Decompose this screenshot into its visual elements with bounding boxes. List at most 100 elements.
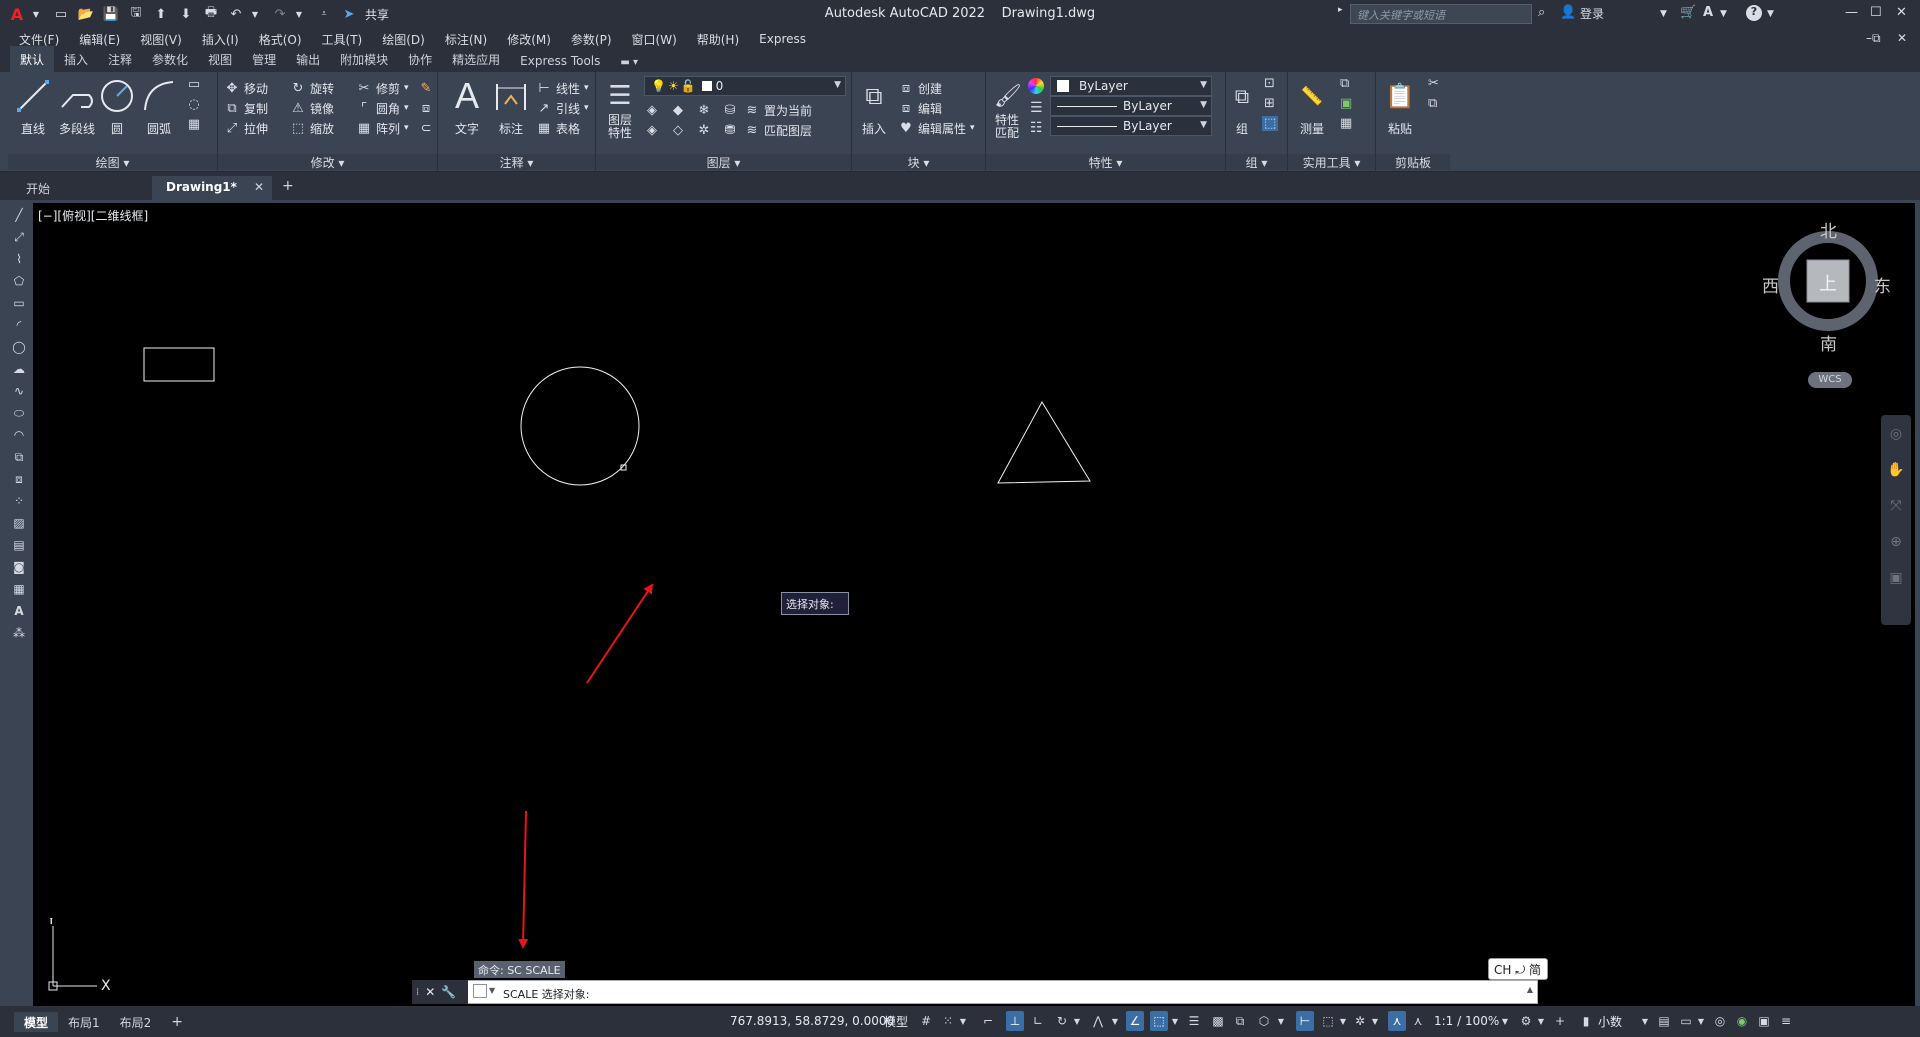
utilities-panel-title[interactable]: 实用工具 ▾	[1288, 154, 1375, 170]
gizmo-dropdown-icon[interactable]: ▼	[1370, 1011, 1380, 1031]
undo-icon[interactable]: ↶	[227, 5, 245, 23]
compass-south[interactable]: 南	[1820, 330, 1837, 355]
rotate-button[interactable]: ↻ 旋转	[290, 78, 334, 98]
offset-button[interactable]: ⊂	[418, 118, 434, 138]
construction-line-icon[interactable]: ⤢	[11, 229, 27, 245]
add-layout-icon[interactable]: +	[161, 1012, 193, 1032]
layer-isolate-icon[interactable]: ◆	[670, 102, 686, 118]
start-tab[interactable]: 开始	[12, 176, 112, 200]
modify-panel-title[interactable]: 修改 ▾	[218, 154, 437, 170]
array-button[interactable]: ▦ 阵列 ▾	[356, 118, 409, 138]
menu-dimension[interactable]: 标注(N)	[445, 31, 487, 48]
save-to-web-icon[interactable]: ⬇	[177, 5, 195, 23]
leader-button[interactable]: ↗ 引线 ▾	[536, 98, 589, 118]
line-tool-icon[interactable]: ╱	[11, 207, 27, 223]
user-icon[interactable]: 👤	[1560, 5, 1576, 20]
fillet-dropdown-icon[interactable]: ▾	[404, 103, 409, 113]
fillet-button[interactable]: ⌜ 圆角 ▾	[356, 98, 409, 118]
units-icon[interactable]: ▮	[1578, 1011, 1594, 1031]
showmotion-icon[interactable]: ▣	[1887, 569, 1905, 587]
tab-view[interactable]: 视图	[198, 48, 242, 72]
tab-manage[interactable]: 管理	[242, 48, 286, 72]
wcs-menu[interactable]: WCS	[1808, 372, 1852, 388]
command-line[interactable]: ⁞ ✕ 🔧 ▼ SCALE 选择对象: ▲	[412, 980, 1538, 1004]
menu-view[interactable]: 视图(V)	[140, 31, 182, 48]
share-icon[interactable]: ➤	[340, 5, 358, 23]
steering-wheel-icon[interactable]: ◎	[1887, 425, 1905, 443]
workspace-dropdown-icon[interactable]: ▼	[1536, 1011, 1546, 1031]
redo-icon[interactable]: ↷	[271, 5, 289, 23]
viewcube[interactable]: 北 南 东 西 上	[1762, 215, 1891, 355]
dimension-button[interactable]: 标注	[488, 76, 534, 137]
spline-tool-icon[interactable]: ∿	[11, 383, 27, 399]
isometric-dropdown-icon[interactable]: ▼	[1110, 1011, 1120, 1031]
annotation-panel-title[interactable]: 注释 ▾	[438, 154, 595, 170]
compass-east[interactable]: 东	[1874, 272, 1891, 297]
command-recent-icon[interactable]	[473, 984, 487, 998]
group-button[interactable]: ⧉ 组	[1228, 76, 1256, 137]
polyline-tool-icon[interactable]: ⌇	[11, 251, 27, 267]
hatch-tool-icon[interactable]: ▨	[11, 515, 27, 531]
command-input[interactable]: SCALE 选择对象:	[503, 986, 589, 1002]
polar-tracking-icon[interactable]: ↻	[1054, 1011, 1070, 1031]
maximize-icon[interactable]: ☐	[1870, 5, 1882, 20]
leader-dropdown-icon[interactable]: ▾	[584, 103, 589, 113]
grid-icon[interactable]: #	[918, 1011, 934, 1031]
units-value[interactable]: 小数	[1598, 1011, 1622, 1031]
close-icon[interactable]: ✕	[1896, 5, 1907, 20]
layer-lock-tool-icon[interactable]: ⛁	[722, 102, 738, 118]
object-snap-tracking-icon[interactable]: ∠	[1126, 1011, 1144, 1031]
tab-addins[interactable]: 附加模块	[330, 48, 398, 72]
menu-help[interactable]: 帮助(H)	[697, 31, 739, 48]
circle-button[interactable]: 圆	[94, 76, 140, 137]
3d-osnap-icon[interactable]: ⬡	[1256, 1011, 1272, 1031]
login-link[interactable]: 登录	[1580, 5, 1604, 22]
measure-button[interactable]: 📏 测量	[1292, 76, 1332, 137]
menu-express[interactable]: Express	[759, 32, 806, 46]
explode-button[interactable]: ⧈	[418, 98, 434, 118]
layer-off-icon[interactable]: ◈	[644, 102, 660, 118]
ellipse-arc-tool-icon[interactable]: ◠	[11, 427, 27, 443]
layer-freeze-icon[interactable]: ❄	[696, 102, 712, 118]
mirror-button[interactable]: ⚠ 镜像	[290, 98, 334, 118]
move-button[interactable]: ✥ 移动	[224, 78, 268, 98]
layer-thaw-icon[interactable]: ✲	[696, 122, 712, 138]
dynamic-input-icon[interactable]: ⊥	[1006, 1011, 1024, 1031]
app-menu-chevron-icon[interactable]: ▼	[27, 5, 45, 23]
lock-ui-icon[interactable]: ▭	[1678, 1011, 1694, 1031]
annotation-scale-dropdown-icon[interactable]: ▼	[1500, 1011, 1510, 1031]
open-from-web-icon[interactable]: ⬆	[152, 5, 170, 23]
dynamic-ucs-icon[interactable]: ⊢	[1296, 1011, 1314, 1031]
ribbon-toggle-icon[interactable]: ▬ ▾	[610, 54, 648, 72]
trim-dropdown-icon[interactable]: ▾	[404, 83, 409, 93]
block-panel-title[interactable]: 块 ▾	[852, 154, 985, 170]
layer-properties-button[interactable]: ☰ 图层 特性	[600, 76, 640, 140]
text-button[interactable]: A 文字	[444, 75, 490, 137]
select-all-icon[interactable]: ▣	[1340, 96, 1352, 111]
infer-constraints-icon[interactable]: ⌐	[980, 1011, 996, 1031]
layer-on-icon[interactable]: ◈	[644, 122, 660, 138]
selection-filter-dropdown-icon[interactable]: ▼	[1338, 1011, 1348, 1031]
scale-button[interactable]: ⬚ 缩放	[290, 118, 334, 138]
compass-north[interactable]: 北	[1820, 217, 1837, 242]
search-input[interactable]: 键入关键字或短语	[1350, 4, 1532, 24]
linetype-dropdown[interactable]: ByLayer ▼	[1050, 96, 1212, 116]
tab-default[interactable]: 默认	[10, 46, 55, 72]
draw-panel-title[interactable]: 绘图 ▾	[8, 154, 217, 170]
circle-tool-icon[interactable]: ◯	[11, 339, 27, 355]
layer-dropdown[interactable]: 💡 ☀ 🔓 0 ▼	[644, 76, 846, 96]
line-button[interactable]: 直线	[10, 76, 56, 137]
table-button[interactable]: ▦ 表格	[536, 118, 580, 138]
cart-icon[interactable]: 🛒	[1680, 5, 1696, 20]
share-label[interactable]: 共享	[365, 6, 389, 23]
login-dropdown-icon[interactable]: ▼	[1660, 9, 1667, 19]
search-icon[interactable]: ⌕	[1538, 5, 1545, 20]
model-space-toggle[interactable]: 模型	[884, 1011, 908, 1031]
clean-screen-icon[interactable]: ▣	[1756, 1011, 1772, 1031]
minimize-icon[interactable]: —	[1845, 5, 1858, 20]
autodesk-app-icon[interactable]: A	[1703, 5, 1713, 20]
lock-ui-dropdown-icon[interactable]: ▼	[1696, 1011, 1706, 1031]
lineweight-dropdown[interactable]: ByLayer ▼	[1050, 116, 1212, 136]
transparency-icon[interactable]: ▩	[1210, 1011, 1226, 1031]
units-dropdown-icon[interactable]: ▼	[1640, 1011, 1650, 1031]
